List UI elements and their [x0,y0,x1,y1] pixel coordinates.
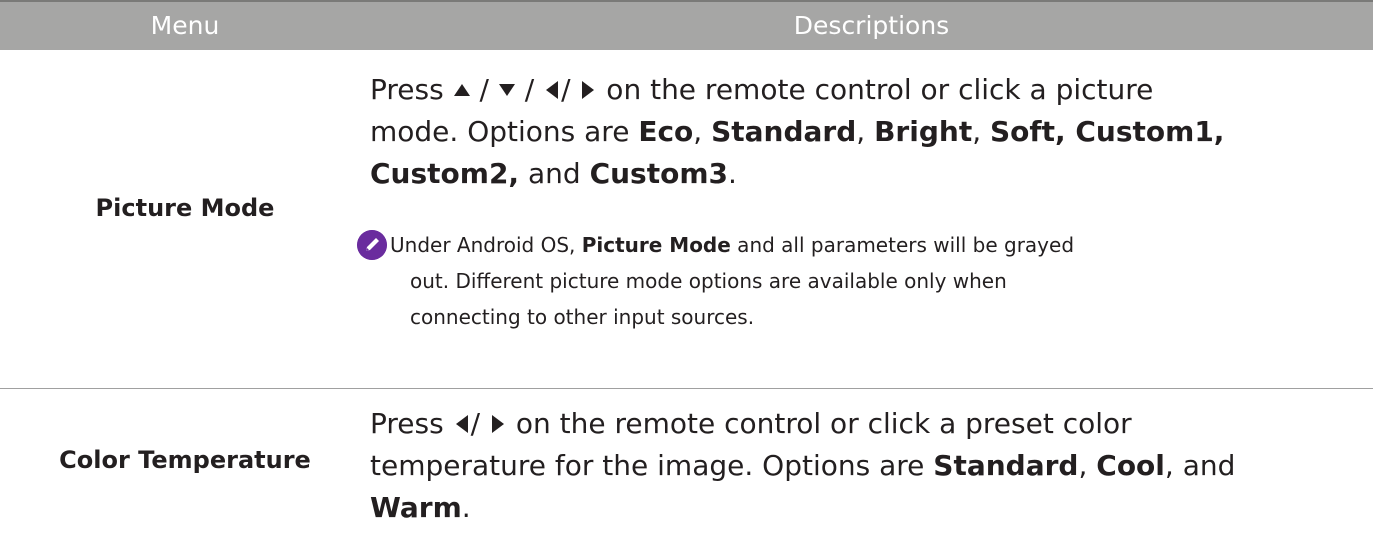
header-menu: Menu [150,11,220,40]
menu-color-temperature: Color Temperature [59,446,311,474]
table-row-color-temperature: Color Temperature Press / on the remote … [0,389,1373,533]
triangle-left-icon [455,415,468,433]
option-standard: Standard [711,115,857,148]
triangle-down-icon [498,84,515,96]
note-line: Under Android OS, Picture Mode and all p… [390,233,1075,257]
header-descriptions: Descriptions [793,11,950,40]
pencil-note-icon [357,230,387,260]
option-eco: Eco [638,115,694,148]
option-warm: Warm [370,491,462,524]
note-line: connecting to other input sources. [410,305,755,329]
description-picture-mode: Press / / / on the remote control or cli… [357,69,1365,335]
option-cool: Cool [1096,449,1165,482]
triangle-right-icon [582,81,595,99]
option-standard: Standard [933,449,1079,482]
note-line: out. Different picture mode options are … [410,269,1007,293]
menu-picture-mode: Picture Mode [95,194,275,222]
triangle-up-icon [453,84,470,96]
table-row-picture-mode: Picture Mode Press / / / on the remote c… [0,50,1373,389]
option-soft-custom1: Soft, Custom1, [990,115,1225,148]
description-text: Press / on the remote control or click a… [370,407,1236,524]
description-color-temperature: Press / on the remote control or click a… [370,403,1365,529]
option-bright: Bright [874,115,973,148]
triangle-right-icon [491,415,504,433]
description-text: Press / / / on the remote control or cli… [370,73,1225,190]
note: Under Android OS, Picture Mode and all p… [357,227,1365,335]
option-custom2: Custom2, [370,157,520,190]
table-header: Menu Descriptions [0,0,1373,50]
option-custom3: Custom3 [589,157,728,190]
triangle-left-icon [546,81,559,99]
settings-table: Menu Descriptions Picture Mode Press / /… [0,0,1373,533]
